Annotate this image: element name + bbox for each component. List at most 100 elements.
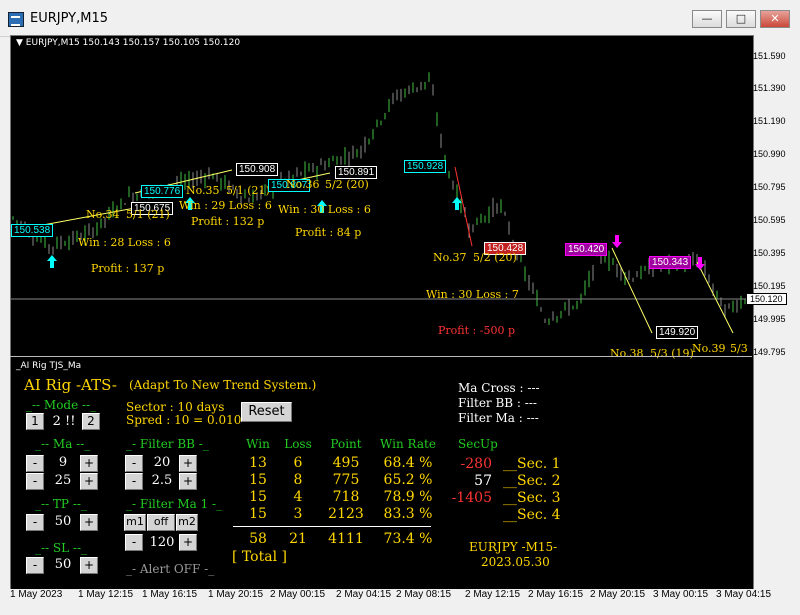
indicator-name: _AI Rig TJS_Ma — [16, 361, 82, 371]
x-tick-label: 2 May 00:15 — [270, 589, 326, 600]
win-loss-text: Win : 29 Loss : 6 — [179, 199, 272, 212]
stats-total-cell: 4111 — [328, 531, 364, 547]
bb1-value: 20 — [153, 455, 171, 470]
trade-number: No.34 — [86, 208, 120, 221]
bb2-value: 2.5 — [151, 473, 173, 488]
win-loss-text: Win : 28 Loss : 6 — [78, 236, 171, 249]
current-price-tag: 150.120 — [746, 293, 787, 305]
trade-line — [611, 247, 653, 334]
trade-number: No.37 — [433, 251, 467, 264]
bb1-plus-button[interactable]: + — [179, 455, 197, 472]
filter-ma-plus-button[interactable]: + — [179, 534, 197, 551]
y-tick-label: 151.390 — [753, 83, 786, 93]
secup-value: -1405 — [451, 490, 492, 506]
stats-cell: 775 — [332, 472, 360, 488]
filter-ma-m1-button[interactable]: m1 — [124, 514, 146, 531]
x-tick-label: 1 May 20:15 — [208, 589, 264, 600]
stats-cell: 83.3 % — [383, 506, 433, 522]
sell-arrow-icon — [612, 235, 622, 248]
win-loss-text: Win : 30 Loss : 7 — [426, 288, 519, 301]
profit-text: Profit : -500 p — [438, 324, 515, 337]
price-box: 150.908 — [236, 163, 279, 176]
pane-divider[interactable] — [10, 356, 752, 357]
price-box: 150.343 — [649, 256, 692, 269]
tp-value: 50 — [54, 514, 72, 529]
trade-date: 5/3 (19) — [650, 347, 694, 360]
ats-title: AI Rig -ATS- — [24, 376, 117, 394]
trade-lines — [15, 166, 734, 334]
ma2-minus-button[interactable]: - — [26, 473, 44, 490]
x-tick-label: 2 May 08:15 — [396, 589, 452, 600]
y-tick-label: 150.795 — [753, 182, 786, 192]
section-label: __Sec. 2 — [503, 473, 561, 489]
price-box: 150.928 — [404, 160, 447, 173]
ma1-value: 9 — [58, 455, 68, 470]
x-tick-label: 2 May 12:15 — [465, 589, 521, 600]
y-tick-label: 150.395 — [753, 248, 786, 258]
ats-subtitle: (Adapt To New Trend System.) — [129, 378, 317, 392]
x-tick-label: 2 May 16:15 — [528, 589, 584, 600]
filter-ma-m2-button[interactable]: m2 — [176, 514, 198, 531]
y-tick-label: 150.195 — [753, 281, 786, 291]
mode-1-button[interactable]: 1 — [26, 413, 44, 430]
profit-text: Profit : 132 p — [191, 215, 265, 228]
filter-ma-label: _- Filter Ma 1 -_ — [126, 497, 223, 511]
trade-number: No.38 — [610, 347, 644, 360]
symbol-info-text: EURJPY,M15 150.143 150.157 150.105 150.1… — [25, 38, 241, 48]
ma2-plus-button[interactable]: + — [80, 473, 98, 490]
buy-arrow-icon — [47, 255, 57, 268]
reset-button[interactable]: Reset — [241, 402, 292, 422]
y-tick-label: 150.990 — [753, 149, 786, 159]
filter-ma-value: 120 — [149, 535, 175, 550]
y-tick-label: 149.995 — [753, 314, 786, 324]
y-tick-label: 149.795 — [753, 347, 786, 357]
stats-cell: 65.2 % — [383, 472, 433, 488]
sl-plus-button[interactable]: + — [80, 557, 98, 574]
tp-minus-button[interactable]: - — [26, 514, 44, 531]
filter-ma-status: Filter Ma : --- — [458, 411, 539, 425]
filter-bb-status: Filter BB : --- — [458, 396, 537, 410]
price-box: 150.538 — [11, 224, 54, 237]
trade-date: 5/1 (21) — [226, 184, 270, 197]
x-tick-label: 3 May 00:15 — [653, 589, 709, 600]
bb1-minus-button[interactable]: - — [125, 455, 143, 472]
filter-ma-off-button[interactable]: off — [147, 514, 175, 531]
trade-number: No.36 — [286, 178, 320, 191]
bb2-plus-button[interactable]: + — [179, 473, 197, 490]
mode-2-button[interactable]: 2 — [82, 413, 100, 430]
x-tick-label: 1 May 12:15 — [78, 589, 134, 600]
trade-number: No.35 — [186, 184, 220, 197]
secup-value: 57 — [474, 473, 492, 489]
total-label: [ Total ] — [232, 549, 287, 565]
stats-cell: 495 — [332, 455, 360, 471]
profit-text: Profit : 84 p — [295, 226, 362, 239]
filter-ma-minus-button[interactable]: - — [125, 534, 143, 551]
ma1-minus-button[interactable]: - — [26, 455, 44, 472]
price-box: 149.920 — [656, 326, 699, 339]
tp-label: _-- TP --_ — [35, 497, 87, 511]
profit-text: Profit : 137 p — [91, 262, 165, 275]
sl-minus-button[interactable]: - — [26, 557, 44, 574]
section-label: __Sec. 4 — [503, 507, 561, 523]
ma-cross-text: Ma Cross : --- — [458, 381, 540, 395]
ma2-value: 25 — [54, 473, 72, 488]
secup-label: SecUp — [458, 437, 498, 451]
section-label: __Sec. 3 — [503, 490, 561, 506]
x-tick-label: 1 May 2023 — [10, 589, 63, 600]
win-loss-text: Win : 30 Loss : 6 — [278, 203, 371, 216]
stats-total-cell: 73.4 % — [383, 531, 433, 547]
ma1-plus-button[interactable]: + — [80, 455, 98, 472]
y-tick-label: 150.595 — [753, 215, 786, 225]
trade-date: 5/2 (20) — [473, 251, 517, 264]
filter-bb-label: _- Filter BB -_ — [126, 437, 209, 451]
section-label: __Sec. 1 — [503, 456, 561, 472]
alert-status: _- Alert OFF -_ — [126, 562, 215, 576]
bb2-minus-button[interactable]: - — [125, 473, 143, 490]
stats-cell: 68.4 % — [383, 455, 433, 471]
x-tick-label: 1 May 16:15 — [142, 589, 198, 600]
x-tick-label: 2 May 04:15 — [336, 589, 392, 600]
tp-plus-button[interactable]: + — [80, 514, 98, 531]
mt4-window: EURJPY,M15 — □ ✕ ▼ EURJPY,M15 150.143 15… — [0, 0, 800, 615]
mode-value: 2 !! — [52, 414, 76, 429]
stats-cell: 2123 — [328, 506, 364, 522]
